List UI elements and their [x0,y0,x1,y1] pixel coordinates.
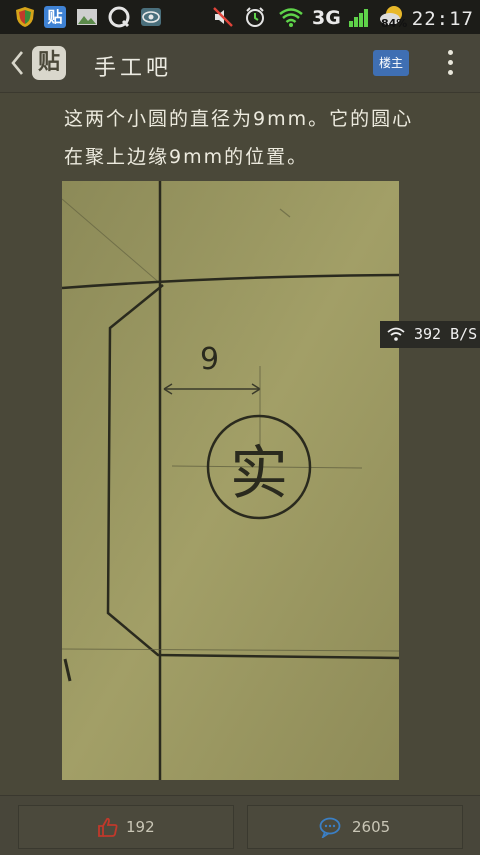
thumbs-up-icon [98,817,118,837]
wifi-icon [387,327,405,341]
post-line: 这两个小圆的直径为9mm。它的圆心 [64,108,414,130]
status-bar: 贴 3G 84% 22:17 [0,0,480,34]
comment-button[interactable]: 2605 [247,805,463,849]
qq-browser-icon [108,6,130,28]
battery-percent: 84% [381,17,408,30]
alarm-icon [246,7,264,27]
network-type: 3G [312,7,341,29]
post-photo[interactable]: 9 实 [62,181,399,780]
like-count: 192 [126,818,155,836]
battery-indicator: 84% [378,2,410,32]
image-icon [77,9,97,25]
post-content: 这两个小圆的直径为9mm。它的圆心 在聚上边缘9mm的位置。 [64,100,464,176]
tieba-logo[interactable]: 贴 [32,46,66,80]
shield-icon [16,7,34,27]
bottom-action-bar: 192 2605 [0,795,480,855]
network-speed-overlay: 392 B/S [380,321,480,348]
wifi-icon [279,8,303,27]
forum-name[interactable]: 手工吧 [94,50,172,82]
mute-icon [213,7,233,27]
eye-icon [141,8,161,26]
back-arrow-icon[interactable] [8,48,28,78]
circle-character: 实 [230,439,288,507]
more-menu-icon[interactable] [443,50,457,78]
dimension-label: 9 [200,342,219,377]
network-speed-value: 392 B/S [414,325,478,343]
only-owner-button[interactable]: 楼主 [373,50,409,76]
post-line: 在聚上边缘9mm的位置。 [64,146,309,168]
comment-count: 2605 [352,818,391,836]
like-button[interactable]: 192 [18,805,234,849]
clock: 22:17 [411,8,474,30]
signal-icon [349,9,368,27]
comment-icon [319,817,341,838]
tieba-app-icon: 贴 [44,6,66,28]
